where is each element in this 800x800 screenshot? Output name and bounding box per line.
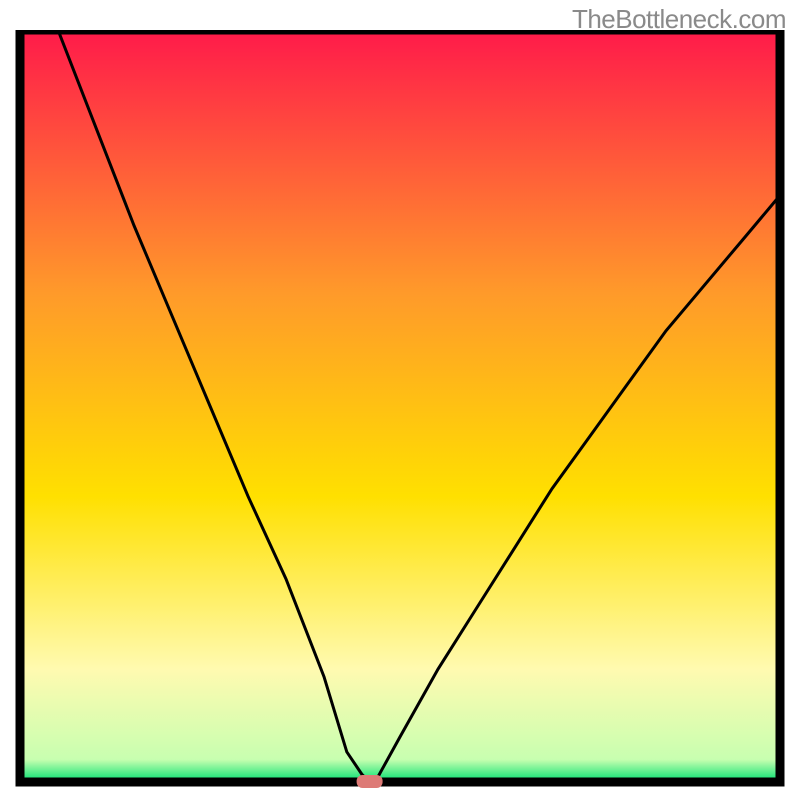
bottleneck-chart — [12, 30, 788, 790]
plot-background — [20, 30, 780, 782]
watermark-text: TheBottleneck.com — [572, 4, 786, 35]
optimum-marker — [357, 775, 383, 788]
chart-container: { "watermark": "TheBottleneck.com", "cha… — [0, 0, 800, 800]
